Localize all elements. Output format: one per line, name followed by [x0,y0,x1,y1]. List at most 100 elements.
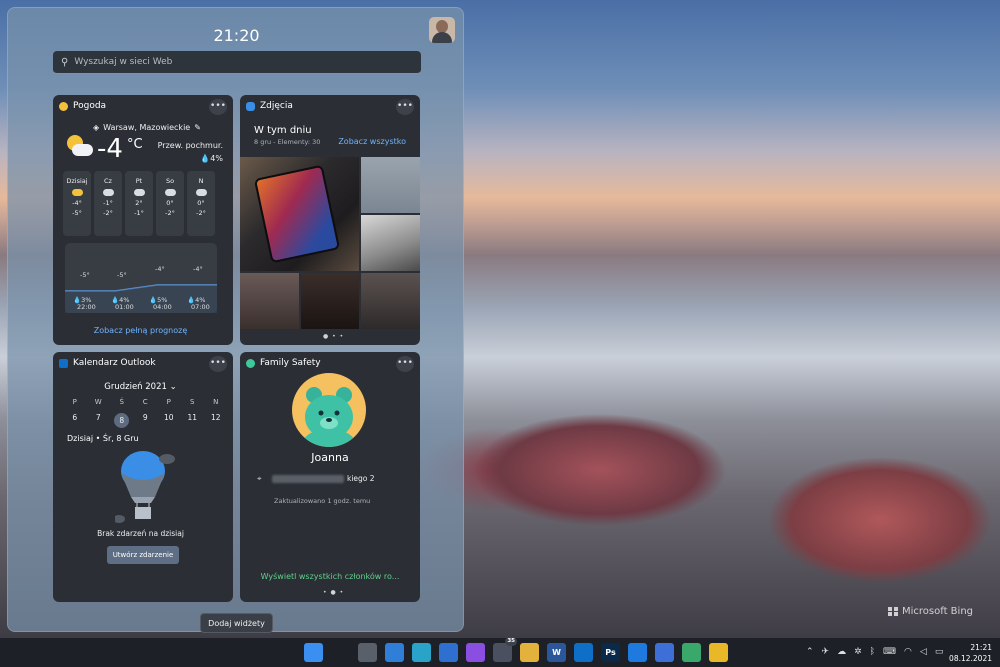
telegram-icon[interactable]: ✈ [822,647,830,657]
family-more-button[interactable]: ••• [396,356,414,372]
photo-person-dog[interactable] [361,273,420,329]
system-tray: ⌃ ✈ ☁ ✲ ᛒ ⌨ ◠ ◁ ▭ [806,647,943,657]
search-icon: ⚲ [61,56,69,68]
calendar-month-selector[interactable]: Grudzień 2021 ⌄ [53,382,228,392]
partly-cloudy-icon [71,189,83,196]
photo-swimmers[interactable] [361,157,420,213]
daily-forecast: Dzisiaj -4° -5° Cz -1° -2° Pt 2° -1° So 0° -2° N… [63,171,215,236]
forecast-day[interactable]: Cz -1° -2° [94,171,122,236]
partly-cloudy-icon [67,135,93,159]
translator-icon[interactable] [655,643,674,662]
onedrive-icon [246,101,255,111]
hot-air-balloon-illustration [115,451,175,523]
photos-heading: W tym dniu [254,125,312,136]
photo-phone[interactable] [240,157,359,271]
chevron-down-icon: ⌄ [169,382,177,392]
create-event-button[interactable]: Utwórz zdarzenie [107,546,179,564]
family-safety-widget[interactable]: Family Safety ••• Joanna ⌖ kiego 2 Zaktu… [240,352,420,602]
file-explorer-icon[interactable] [709,643,728,662]
location-icon: ◈ [93,123,100,132]
location-pin-icon: ⌖ [257,474,262,483]
taskbar: 35 W Ps ⌃ ✈ ☁ ✲ ᛒ ⌨ ◠ ◁ ▭ 21:21 08.12.2021 [0,637,1000,667]
start-icon[interactable] [304,643,323,662]
weather-icon [59,101,68,111]
temperature-unit[interactable]: °C [127,137,143,152]
date-cell[interactable]: 10 [157,413,181,428]
member-name: Joanna [311,451,349,464]
calendar-widget[interactable]: Kalendarz Outlook ••• Grudzień 2021 ⌄ PW… [53,352,233,602]
today-label: Dzisiaj • Śr, 8 Gru [67,434,139,443]
date-cell[interactable]: 6 [63,413,87,428]
wifi-icon[interactable]: ◠ [904,647,912,657]
weather-location[interactable]: ◈ Warsaw, Mazowieckie ✎ [93,123,201,132]
widgets-panel: 21:20 ⚲ Pogoda ••• ◈ Warsaw, Mazowieckie… [7,7,464,633]
outlook-icon[interactable] [574,643,593,662]
photos-widget[interactable]: Zdjęcia ••• W tym dniu 8 gru - Elementy:… [240,95,420,345]
family-safety-icon [246,358,255,368]
chevron-up-icon[interactable]: ⌃ [806,647,814,657]
web-search-box[interactable]: ⚲ [53,51,421,74]
onedrive-icon[interactable]: ☁ [837,647,846,657]
photo-snowy-tree[interactable] [361,215,420,271]
keyboard-icon[interactable]: ⌨ [883,647,896,657]
bing-credit: Microsoft Bing [888,606,973,617]
photo-dark-room[interactable] [301,273,359,329]
weather-widget[interactable]: Pogoda ••• ◈ Warsaw, Mazowieckie ✎ -4 °C… [53,95,233,345]
photo-group[interactable] [240,273,299,329]
location-updated: Zaktualizowano 1 godz. temu [274,497,371,505]
forecast-day[interactable]: Pt 2° -1° [125,171,153,236]
panel-clock: 21:20 [213,26,260,45]
battery-icon[interactable]: ▭ [935,647,944,657]
trello-icon[interactable] [628,643,647,662]
bear-avatar[interactable] [292,373,366,447]
week-dates[interactable]: 6 7 8 9 10 11 12 [63,413,228,428]
weather-more-button[interactable]: ••• [209,99,227,115]
notification-badge: 35 [505,637,517,646]
no-events-label: Brak zdarzeń na dzisiaj [97,529,184,538]
search-icon[interactable] [331,643,350,662]
cloud-icon [164,189,176,196]
photos-subtitle: 8 gru - Elementy: 30 [254,138,321,146]
web-search-input[interactable] [74,57,395,67]
task-view-icon[interactable] [358,643,377,662]
maps-icon[interactable] [682,643,701,662]
slack-icon[interactable] [520,643,539,662]
weather-condition: Przew. pochmur. [157,141,223,150]
bluetooth-icon[interactable]: ᛒ [870,647,875,657]
add-widgets-button[interactable]: Dodaj widżety [200,613,273,633]
carousel-dots[interactable]: • ● • [323,589,344,596]
date-cell[interactable]: 11 [181,413,205,428]
mail-icon[interactable] [439,643,458,662]
settings-icon[interactable]: ✲ [854,647,862,657]
cloud-icon [133,189,145,196]
word-icon[interactable]: W [547,643,566,662]
full-forecast-link[interactable]: Zobacz pełną prognozę [53,326,228,335]
date-cell[interactable]: 12 [204,413,228,428]
volume-icon[interactable]: ◁ [920,647,927,657]
redacted-address [272,474,344,483]
user-avatar[interactable] [429,17,455,43]
edge-icon[interactable] [412,643,431,662]
widgets-icon[interactable] [385,643,404,662]
date-cell[interactable]: 7 [87,413,111,428]
member-address: kiego 2 [272,474,375,483]
edit-icon[interactable]: ✎ [194,123,201,132]
raindrop-icon: 💧 [200,154,211,163]
carousel-dots[interactable]: ● • • [323,333,344,340]
see-all-link[interactable]: Zobacz wszystko [338,137,406,146]
forecast-day[interactable]: Dzisiaj -4° -5° [63,171,91,236]
date-cell[interactable]: 9 [134,413,158,428]
taskbar-clock[interactable]: 21:21 08.12.2021 [949,642,992,664]
date-cell-selected[interactable]: 8 [110,413,134,428]
chat-icon[interactable]: 35 [493,637,517,662]
forecast-day[interactable]: N 0° -2° [187,171,215,236]
messenger-icon[interactable] [466,643,485,662]
forecast-day[interactable]: So 0° -2° [156,171,184,236]
calendar-more-button[interactable]: ••• [209,356,227,372]
photos-more-button[interactable]: ••• [396,99,414,115]
photoshop-icon[interactable]: Ps [601,643,620,662]
cloud-icon [195,189,207,196]
view-all-members-link[interactable]: Wyświetl wszystkich członków ro... [240,572,420,581]
cloud-icon [102,189,114,196]
current-temperature: -4 [97,134,123,164]
